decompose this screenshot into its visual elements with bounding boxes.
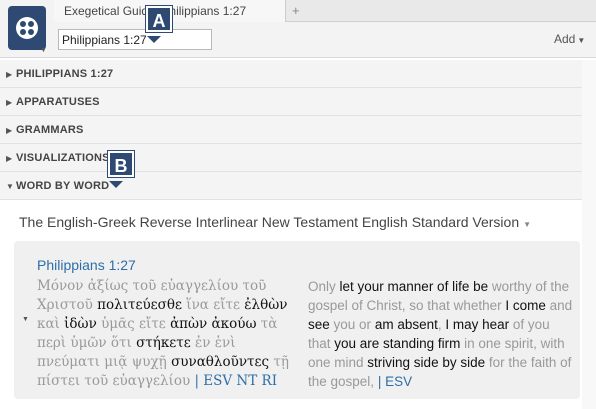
section-label: PHILIPPIANS 1:27	[16, 68, 114, 80]
section-apparatuses[interactable]: ▶ APPARATUSES	[0, 88, 582, 116]
reference-input[interactable]	[58, 29, 212, 50]
highlighted-word[interactable]: am absent	[375, 317, 438, 332]
english-text: Only let your manner of life be worthy o…	[308, 277, 574, 391]
highlighted-word[interactable]: you are standing firm	[334, 336, 460, 351]
section-word-by-word[interactable]: ▼ WORD BY WORD	[0, 172, 582, 200]
expand-triangle-icon: ▶	[6, 126, 13, 135]
expand-triangle-icon: ▶	[6, 98, 13, 107]
word[interactable]: ὑμᾶς εἴτε	[97, 316, 170, 332]
add-label: Add	[554, 32, 576, 46]
version-link[interactable]: | ESV	[378, 374, 412, 389]
highlighted-word[interactable]: see	[308, 317, 330, 332]
chevron-down-icon: ▼	[577, 36, 586, 45]
highlighted-word[interactable]: I may hear	[445, 317, 509, 332]
logos-app-menu-button[interactable]	[8, 6, 46, 50]
callout-b: B	[108, 151, 134, 177]
collapse-triangle-icon: ▼	[6, 182, 15, 191]
section-label: GRAMMARS	[16, 124, 84, 136]
greek-text: Μόνον ἀξίως τοῦ εὐαγγελίου τοῦ Χριστοῦ π…	[37, 277, 302, 391]
expand-triangle-icon: ▶	[6, 154, 13, 163]
top-toolbar: ▼ Exegetical Guide: Philippians 1:27 + A…	[0, 0, 596, 58]
version-link[interactable]: | ESV NT RI	[194, 373, 277, 389]
section-label: WORD BY WORD	[16, 180, 110, 192]
section-label: VISUALIZATIONS	[16, 152, 110, 164]
highlighted-word[interactable]: ἰδὼν	[64, 316, 97, 332]
chevron-down-icon[interactable]: ▼	[40, 47, 47, 54]
highlighted-word[interactable]: striving side by side	[367, 355, 485, 370]
expand-triangle-icon: ▶	[6, 70, 13, 79]
highlighted-word[interactable]: ἐλθὼν	[244, 297, 287, 313]
highlighted-word[interactable]: πολιτεύεσθε	[97, 297, 182, 313]
section-grammars[interactable]: ▶ GRAMMARS	[0, 116, 582, 144]
callout-b-pointer	[109, 181, 123, 188]
highlighted-word[interactable]: στήκετε	[136, 335, 191, 351]
scrollbar[interactable]	[582, 60, 596, 409]
highlighted-word[interactable]: ἀπὼν ἀκούω	[170, 316, 256, 332]
word[interactable]: ἵνα εἴτε	[182, 297, 244, 313]
word[interactable]: and	[546, 298, 573, 313]
tab-strip: Exegetical Guide: Philippians 1:27 +	[54, 0, 596, 22]
callout-a: A	[146, 6, 172, 32]
version-selector[interactable]: The English-Greek Reverse Interlinear Ne…	[19, 214, 531, 230]
new-tab-plus-icon[interactable]: +	[292, 3, 300, 18]
highlighted-word[interactable]: συναθλοῦντες	[171, 354, 269, 370]
passage-panel: Philippians 1:27 ▼ Μόνον ἀξίως τοῦ εὐαγγ…	[14, 241, 580, 399]
logos-logo-icon	[16, 17, 38, 39]
row-expand-icon[interactable]: ▼	[22, 316, 29, 323]
passage-reference-link[interactable]: Philippians 1:27	[37, 257, 136, 273]
highlighted-word[interactable]: let your manner of life	[340, 279, 470, 294]
chevron-down-icon: ▼	[523, 220, 532, 229]
version-title: The English-Greek Reverse Interlinear Ne…	[19, 214, 520, 230]
highlighted-word[interactable]: be	[469, 279, 492, 294]
highlighted-word[interactable]: I come	[505, 298, 546, 313]
word[interactable]: καὶ	[37, 316, 64, 332]
section-philippians[interactable]: ▶ PHILIPPIANS 1:27	[0, 60, 582, 88]
word[interactable]: Only	[308, 279, 340, 294]
callout-a-pointer	[147, 36, 161, 43]
add-button[interactable]: Add ▼	[554, 32, 585, 46]
section-label: APPARATUSES	[16, 96, 100, 108]
section-visualizations[interactable]: ▶ VISUALIZATIONS	[0, 144, 582, 172]
word[interactable]: you or	[330, 317, 375, 332]
guide-sections: ▶ PHILIPPIANS 1:27 ▶ APPARATUSES ▶ GRAMMARS…	[0, 60, 582, 200]
